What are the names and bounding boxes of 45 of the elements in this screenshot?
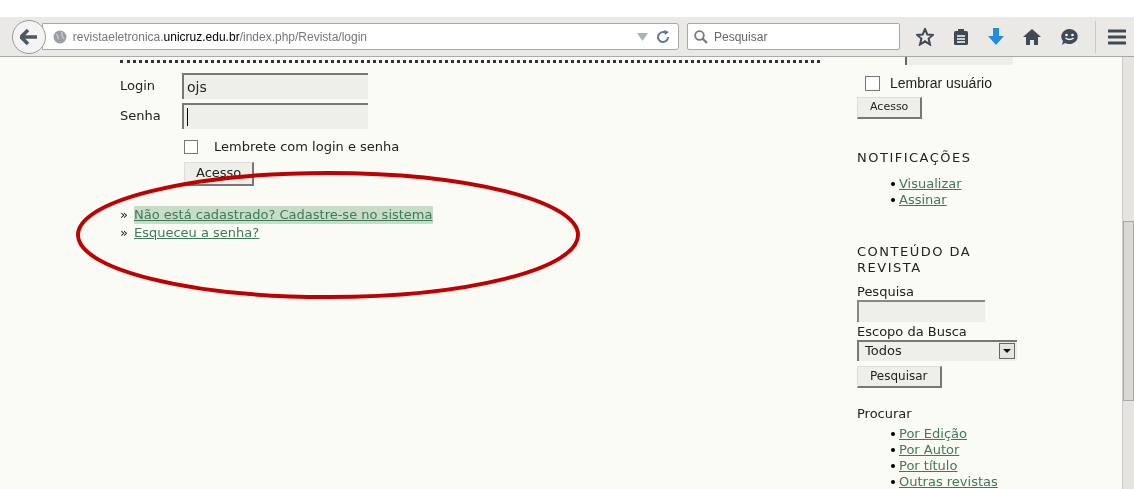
field-label: Login — [120, 77, 157, 96]
bullet-mark: » — [120, 223, 129, 242]
link[interactable]: Por Edição — [899, 426, 967, 442]
back-button[interactable] — [12, 19, 46, 54]
section-heading: NOTIFICAÇÕES — [857, 149, 973, 167]
checkbox-label: Lembrar usuário — [890, 74, 992, 93]
input-field[interactable]: ojs — [182, 73, 368, 99]
input-field[interactable] — [905, 57, 1013, 65]
search-icon — [694, 29, 708, 44]
link[interactable]: Visualizar — [899, 175, 962, 192]
section-heading: CONTEÚDO DA REVISTA — [857, 243, 973, 276]
search-input[interactable] — [857, 299, 985, 322]
link[interactable]: Por título — [899, 458, 958, 474]
field-label: Senha — [120, 107, 162, 126]
url-text: revistaeletronica.unicruz.edu.br/index.php/Revista/login — [72, 28, 368, 46]
link[interactable]: Esqueceu a senha? — [134, 223, 260, 242]
search-button[interactable]: Pesquisar — [857, 365, 942, 388]
address-bar[interactable]: revistaeletronica.unicruz.edu.br/index.php/Revista/login — [41, 23, 679, 50]
field-label: Pesquisa — [857, 283, 915, 300]
scope-dropdown[interactable]: Todos — [857, 339, 1017, 361]
checkbox-label: Lembrete com login e senha — [214, 138, 400, 156]
globe-icon — [52, 29, 67, 44]
clipboard-icon[interactable] — [953, 27, 970, 46]
link[interactable]: Assinar — [899, 191, 947, 208]
checkbox[interactable] — [865, 76, 880, 91]
back-arrow-icon — [19, 28, 38, 45]
smiley-chat-icon[interactable] — [1060, 27, 1080, 46]
bullet-mark: » — [120, 205, 129, 224]
field-label: Escopo da Busca — [857, 323, 968, 340]
download-arrow-icon[interactable] — [988, 27, 1005, 46]
login-button[interactable]: Acesso — [857, 97, 923, 119]
scroll-thumb[interactable] — [1123, 221, 1134, 401]
link[interactable]: Não está cadastrado? Cadastre-se no sistema — [134, 205, 433, 224]
search-placeholder: Pesquisar — [714, 28, 768, 46]
home-icon[interactable] — [1023, 28, 1042, 45]
link[interactable]: Por Autor — [899, 442, 960, 458]
reload-icon[interactable] — [656, 29, 670, 44]
link[interactable]: Outras revistas — [899, 474, 998, 489]
search-field[interactable]: Pesquisar — [687, 23, 901, 50]
checkbox[interactable] — [184, 139, 198, 154]
star-icon[interactable] — [916, 27, 935, 46]
scrollbar[interactable] — [1122, 57, 1134, 489]
input-field[interactable] — [182, 103, 368, 129]
section-heading: Procurar — [857, 404, 913, 423]
menu-icon[interactable] — [1108, 28, 1126, 45]
